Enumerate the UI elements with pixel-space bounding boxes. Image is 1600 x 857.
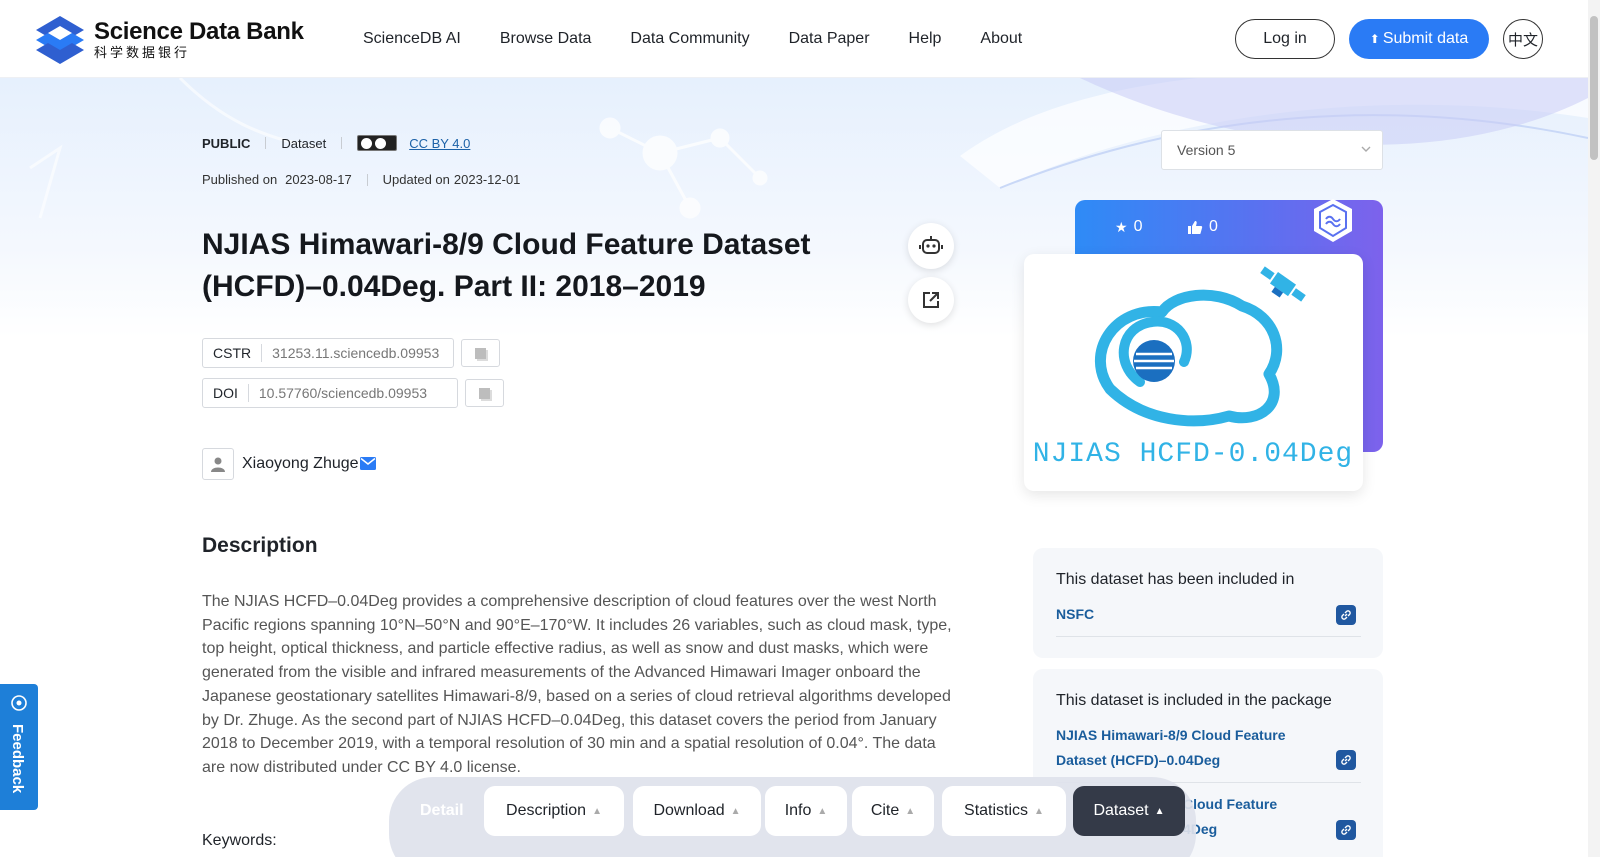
- star-icon: ★: [1115, 218, 1128, 235]
- nav-help[interactable]: Help: [909, 30, 942, 48]
- feedback-tab[interactable]: Feedback: [0, 684, 38, 810]
- tab-download-label: Download: [653, 802, 725, 819]
- package-title: This dataset is included in the package: [1056, 692, 1332, 709]
- published-label: Published on: [202, 172, 278, 187]
- copy-doi-button[interactable]: [465, 379, 504, 407]
- access-badge: PUBLIC: [202, 135, 251, 151]
- dataset-cover-image: NJIAS HCFD-0.04Deg: [1024, 254, 1363, 491]
- divider: [1056, 636, 1361, 637]
- copy-icon: [479, 387, 490, 399]
- login-button[interactable]: Log in: [1235, 19, 1335, 59]
- nav-data-community[interactable]: Data Community: [630, 30, 749, 48]
- cloud-logo-graphic: NJIAS HCFD-0.04Deg: [1033, 266, 1353, 470]
- published-date: 2023-08-17: [285, 172, 352, 187]
- updated-date: 2023-12-01: [453, 172, 521, 187]
- cstr-value[interactable]: 31253.11.sciencedb.09953: [262, 345, 449, 361]
- chevron-up-icon: ▲: [1154, 805, 1165, 817]
- logo-icon: [36, 16, 84, 64]
- doi-label: DOI: [203, 384, 249, 402]
- updated-label: Updated on: [382, 172, 450, 187]
- submit-data-button[interactable]: ⬆ Submit data: [1349, 19, 1489, 59]
- tab-info-label: Info: [784, 802, 812, 819]
- submit-data-label: Submit data: [1382, 30, 1469, 47]
- main-nav: ScienceDB AI Browse Data Data Community …: [363, 0, 1061, 78]
- nav-browse-data[interactable]: Browse Data: [500, 30, 592, 48]
- scrollbar-thumb[interactable]: [1590, 16, 1598, 160]
- feedback-icon: [11, 695, 27, 711]
- dataset-meta: PUBLIC Dataset CC BY 4.0: [202, 135, 470, 151]
- description-text: The NJIAS HCFD–0.04Deg provides a compre…: [202, 593, 952, 776]
- link-icon[interactable]: [1336, 820, 1356, 840]
- chevron-up-icon: ▲: [592, 805, 602, 817]
- logo-title: Science Data Bank: [94, 18, 304, 45]
- copy-cstr-button[interactable]: [461, 339, 500, 367]
- dataset-dates: Published on 2023-08-17 Updated on 2023-…: [202, 172, 520, 187]
- mail-icon[interactable]: [360, 457, 376, 470]
- star-count[interactable]: ★ 0: [1115, 218, 1142, 236]
- author-name[interactable]: Xiaoyong Zhuge: [242, 455, 359, 473]
- license-link[interactable]: CC BY 4.0: [409, 136, 470, 151]
- tab-description-label: Description: [506, 802, 587, 819]
- logo-subtitle: 科学数据银行: [94, 45, 191, 60]
- tab-cite[interactable]: Cite ▲: [852, 786, 934, 836]
- site-logo[interactable]: Science Data Bank 科学数据银行: [30, 12, 304, 68]
- divider: [265, 137, 267, 149]
- doi-field: DOI 10.57760/sciencedb.09953: [202, 378, 458, 408]
- tab-dataset[interactable]: Dataset ▲: [1073, 786, 1185, 836]
- chevron-up-icon: ▲: [1034, 805, 1044, 817]
- tab-statistics-label: Statistics: [964, 802, 1029, 819]
- tab-detail-label: Detail: [420, 802, 464, 819]
- ai-assistant-button[interactable]: [908, 223, 954, 269]
- keywords-label: Keywords:: [202, 832, 277, 849]
- tab-info[interactable]: Info ▲: [765, 786, 847, 836]
- share-icon: [923, 292, 939, 308]
- language-toggle[interactable]: 中文: [1503, 19, 1543, 59]
- copy-icon: [475, 347, 486, 359]
- top-header: Science Data Bank 科学数据银行 ScienceDB AI Br…: [0, 0, 1588, 78]
- package-link-2[interactable]: Cloud Feature 4Deg: [1183, 792, 1333, 842]
- upload-icon: ⬆: [1369, 32, 1380, 46]
- chevron-up-icon: ▲: [730, 805, 741, 817]
- cstr-field: CSTR 31253.11.sciencedb.09953: [202, 338, 454, 368]
- feedback-label: Feedback: [9, 724, 26, 794]
- share-button[interactable]: [908, 277, 954, 323]
- tab-download[interactable]: Download ▲: [633, 786, 761, 836]
- author-avatar: [202, 448, 234, 480]
- tab-cite-label: Cite: [870, 802, 900, 819]
- tab-description[interactable]: Description ▲: [484, 786, 624, 836]
- nav-about[interactable]: About: [980, 30, 1022, 48]
- page-scrollbar[interactable]: [1588, 0, 1600, 857]
- included-in-panel: This dataset has been included in NSFC: [1033, 548, 1383, 658]
- tab-dataset-label: Dataset: [1093, 802, 1149, 819]
- chevron-up-icon: ▲: [905, 805, 916, 817]
- cc-license-icon: [357, 135, 398, 151]
- thumbs-up-icon: [1188, 220, 1203, 234]
- star-count-value: 0: [1133, 218, 1143, 235]
- doi-value[interactable]: 10.57760/sciencedb.09953: [249, 385, 437, 401]
- included-in-title: This dataset has been included in: [1056, 571, 1295, 588]
- like-count-value: 0: [1209, 218, 1218, 235]
- dataset-title: NJIAS Himawari-8/9 Cloud Feature Dataset…: [202, 228, 811, 303]
- cstr-label: CSTR: [203, 344, 263, 362]
- like-count[interactable]: 0: [1188, 218, 1218, 236]
- user-icon: [211, 457, 225, 472]
- version-select[interactable]: Version 5: [1161, 130, 1383, 170]
- dataset-type: Dataset: [281, 135, 327, 151]
- chevron-down-icon: [1361, 146, 1371, 152]
- cover-title: NJIAS HCFD-0.04Deg: [1033, 439, 1353, 470]
- tab-statistics[interactable]: Statistics ▲: [942, 786, 1066, 836]
- divider: [366, 173, 368, 186]
- nav-data-paper[interactable]: Data Paper: [789, 30, 870, 48]
- description-heading: Description: [202, 534, 318, 557]
- version-value: Version 5: [1177, 142, 1236, 158]
- package-link-1[interactable]: NJIAS Himawari-8/9 Cloud Feature Dataset…: [1056, 723, 1326, 773]
- divider: [341, 137, 343, 149]
- chevron-up-icon: ▲: [817, 805, 828, 817]
- included-in-link[interactable]: NSFC: [1056, 602, 1326, 627]
- nav-sciencedb-ai[interactable]: ScienceDB AI: [363, 30, 461, 48]
- robot-icon: [919, 236, 943, 254]
- link-icon[interactable]: [1336, 605, 1356, 625]
- verified-shield-icon: [1314, 199, 1352, 242]
- link-icon[interactable]: [1336, 750, 1356, 770]
